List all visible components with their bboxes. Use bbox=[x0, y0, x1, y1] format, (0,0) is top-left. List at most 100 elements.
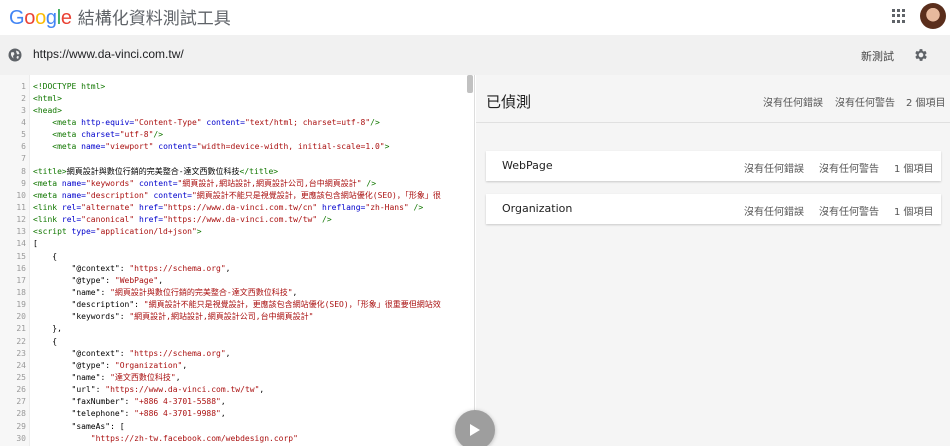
result-item-warnings: 沒有任何警告 bbox=[819, 164, 879, 175]
result-item-name: Organization bbox=[502, 202, 573, 215]
code-text: <link rel="canonical" href="https://www.… bbox=[33, 215, 332, 225]
code-line: 7 bbox=[0, 153, 474, 165]
editor-scrollbar[interactable] bbox=[467, 75, 473, 93]
line-number: 27 bbox=[16, 397, 26, 407]
code-text: "@context": "https://schema.org", bbox=[71, 348, 231, 358]
app-title: 結構化資料測試工具 bbox=[77, 9, 231, 29]
code-line: 4 <meta http-equiv="Content-Type" conten… bbox=[0, 116, 474, 128]
code-text: "@context": "https://schema.org", bbox=[71, 263, 231, 273]
line-number: 24 bbox=[16, 360, 26, 370]
line-number: 23 bbox=[16, 348, 26, 358]
line-number: 28 bbox=[16, 409, 26, 419]
code-line: 11 <link rel="alternate" href="https://ww… bbox=[0, 201, 474, 213]
globe-icon bbox=[8, 48, 22, 62]
user-avatar[interactable] bbox=[920, 3, 946, 29]
code-lines: 1 <!DOCTYPE html> 2 <html> 3 <head> 4 <meta ht… bbox=[0, 80, 474, 446]
code-line: 1 <!DOCTYPE html> bbox=[0, 80, 474, 92]
line-number: 26 bbox=[16, 385, 26, 395]
code-line: 21 }, bbox=[0, 323, 474, 335]
line-number: 14 bbox=[16, 239, 26, 249]
url-display[interactable]: https://www.da-vinci.com.tw/ bbox=[33, 47, 184, 61]
line-number: 1 bbox=[21, 81, 26, 91]
code-text: "telephone": "+886 4-3701-9988", bbox=[71, 409, 226, 419]
code-line: 19 "description": "網頁設計不能只是視覺設計，更應該包含網站優… bbox=[0, 299, 474, 311]
code-editor[interactable]: 1 <!DOCTYPE html> 2 <html> 3 <head> 4 <meta ht… bbox=[0, 75, 475, 446]
code-text: <head> bbox=[33, 105, 62, 115]
line-number: 15 bbox=[16, 251, 26, 261]
line-number: 2 bbox=[21, 93, 26, 103]
results-panel: 已偵測 沒有任何錯誤 沒有任何警告 2 個項目 WebPage 沒有任何錯誤 沒… bbox=[476, 75, 950, 446]
result-item-warnings: 沒有任何警告 bbox=[819, 207, 879, 218]
summary-warnings: 沒有任何警告 bbox=[835, 98, 895, 109]
gear-icon[interactable] bbox=[913, 47, 929, 63]
code-line: 18 "name": "網頁設計與數位行銷的完美整合-達文西數位科技", bbox=[0, 286, 474, 298]
code-line: 15 { bbox=[0, 250, 474, 262]
line-number: 16 bbox=[16, 263, 26, 273]
line-number: 25 bbox=[16, 372, 26, 382]
play-icon bbox=[470, 424, 480, 436]
code-text: { bbox=[33, 251, 58, 261]
google-logo[interactable]: Google 結構化資料測試工具 bbox=[9, 4, 231, 30]
code-text: <meta name="description" content="網頁設計不能… bbox=[33, 190, 441, 200]
code-line: 9 <meta name="keywords" content="網頁設計,網站設… bbox=[0, 177, 474, 189]
code-line: 27 "faxNumber": "+886 4-3701-5588", bbox=[0, 396, 474, 408]
results-summary: 已偵測 沒有任何錯誤 沒有任何警告 2 個項目 bbox=[476, 75, 950, 123]
code-text: <link rel="alternate" href="https://www.… bbox=[33, 202, 424, 212]
result-item-webpage[interactable]: WebPage 沒有任何錯誤 沒有任何警告 1 個項目 bbox=[486, 151, 941, 181]
result-item-organization[interactable]: Organization 沒有任何錯誤 沒有任何警告 1 個項目 bbox=[486, 194, 941, 224]
code-line: 22 { bbox=[0, 335, 474, 347]
code-line: 8 <title>網頁設計與數位行銷的完美整合-達文西數位科技</title> bbox=[0, 165, 474, 177]
line-number: 18 bbox=[16, 287, 26, 297]
code-text: [ bbox=[33, 239, 38, 249]
detected-title: 已偵測 bbox=[486, 93, 532, 111]
code-text: <title>網頁設計與數位行銷的完美整合-達文西數位科技</title> bbox=[33, 166, 279, 176]
result-item-name: WebPage bbox=[502, 159, 553, 172]
line-number: 4 bbox=[21, 117, 26, 127]
code-text: "faxNumber": "+886 4-3701-5588", bbox=[71, 397, 226, 407]
code-line: 17 "@type": "WebPage", bbox=[0, 274, 474, 286]
line-number: 3 bbox=[21, 105, 26, 115]
new-test-button[interactable]: 新測試 bbox=[861, 48, 894, 64]
result-item-errors: 沒有任何錯誤 bbox=[744, 207, 804, 218]
apps-grid-icon[interactable] bbox=[892, 9, 906, 23]
code-line: 26 "url": "https://www.da-vinci.com.tw/t… bbox=[0, 384, 474, 396]
line-number: 17 bbox=[16, 275, 26, 285]
line-number: 20 bbox=[16, 312, 26, 322]
result-item-errors: 沒有任何錯誤 bbox=[744, 164, 804, 175]
line-number: 19 bbox=[16, 300, 26, 310]
line-number: 12 bbox=[16, 215, 26, 225]
code-line: 5 <meta charset="utf-8"/> bbox=[0, 129, 474, 141]
code-text: "name": "網頁設計與數位行銷的完美整合-達文西數位科技", bbox=[71, 287, 298, 297]
line-number: 7 bbox=[21, 154, 26, 164]
logo-letter: o bbox=[35, 7, 46, 29]
line-number: 11 bbox=[16, 202, 26, 212]
code-line: 16 "@context": "https://schema.org", bbox=[0, 262, 474, 274]
code-line: 12 <link rel="canonical" href="https://ww… bbox=[0, 214, 474, 226]
code-line: 25 "name": "達文西數位科技", bbox=[0, 371, 474, 383]
code-line: 28 "telephone": "+886 4-3701-9988", bbox=[0, 408, 474, 420]
summary-errors: 沒有任何錯誤 bbox=[763, 98, 823, 109]
code-line: 6 <meta name="viewport" content="width=d… bbox=[0, 141, 474, 153]
code-text: <!DOCTYPE html> bbox=[33, 81, 106, 91]
line-number: 21 bbox=[16, 324, 26, 334]
code-text: }, bbox=[33, 324, 62, 334]
google-wordmark: Google bbox=[9, 7, 72, 30]
logo-letter: g bbox=[45, 7, 57, 29]
url-bar: https://www.da-vinci.com.tw/ 新測試 bbox=[0, 35, 950, 75]
result-item-count: 1 個項目 bbox=[894, 164, 934, 175]
line-number: 29 bbox=[16, 421, 26, 431]
code-line: 10 <meta name="description" content="網頁設計… bbox=[0, 189, 474, 201]
line-number: 6 bbox=[21, 142, 26, 152]
code-text: "keywords": "網頁設計,網站設計,網頁設計公司,台中網頁設計" bbox=[71, 312, 314, 322]
logo-letter: o bbox=[24, 7, 36, 29]
summary-count: 2 個項目 bbox=[906, 98, 946, 109]
code-text: <html> bbox=[33, 93, 62, 103]
code-text: "description": "網頁設計不能只是視覺設計，更應該包含網站優化(S… bbox=[71, 300, 441, 310]
logo-letter: e bbox=[60, 7, 72, 29]
result-item-count: 1 個項目 bbox=[894, 207, 934, 218]
line-number: 5 bbox=[21, 130, 26, 140]
app-header: Google 結構化資料測試工具 bbox=[0, 0, 950, 33]
line-number: 13 bbox=[16, 227, 26, 237]
code-line: 29 "sameAs": [ bbox=[0, 420, 474, 432]
run-test-button[interactable] bbox=[455, 410, 495, 446]
